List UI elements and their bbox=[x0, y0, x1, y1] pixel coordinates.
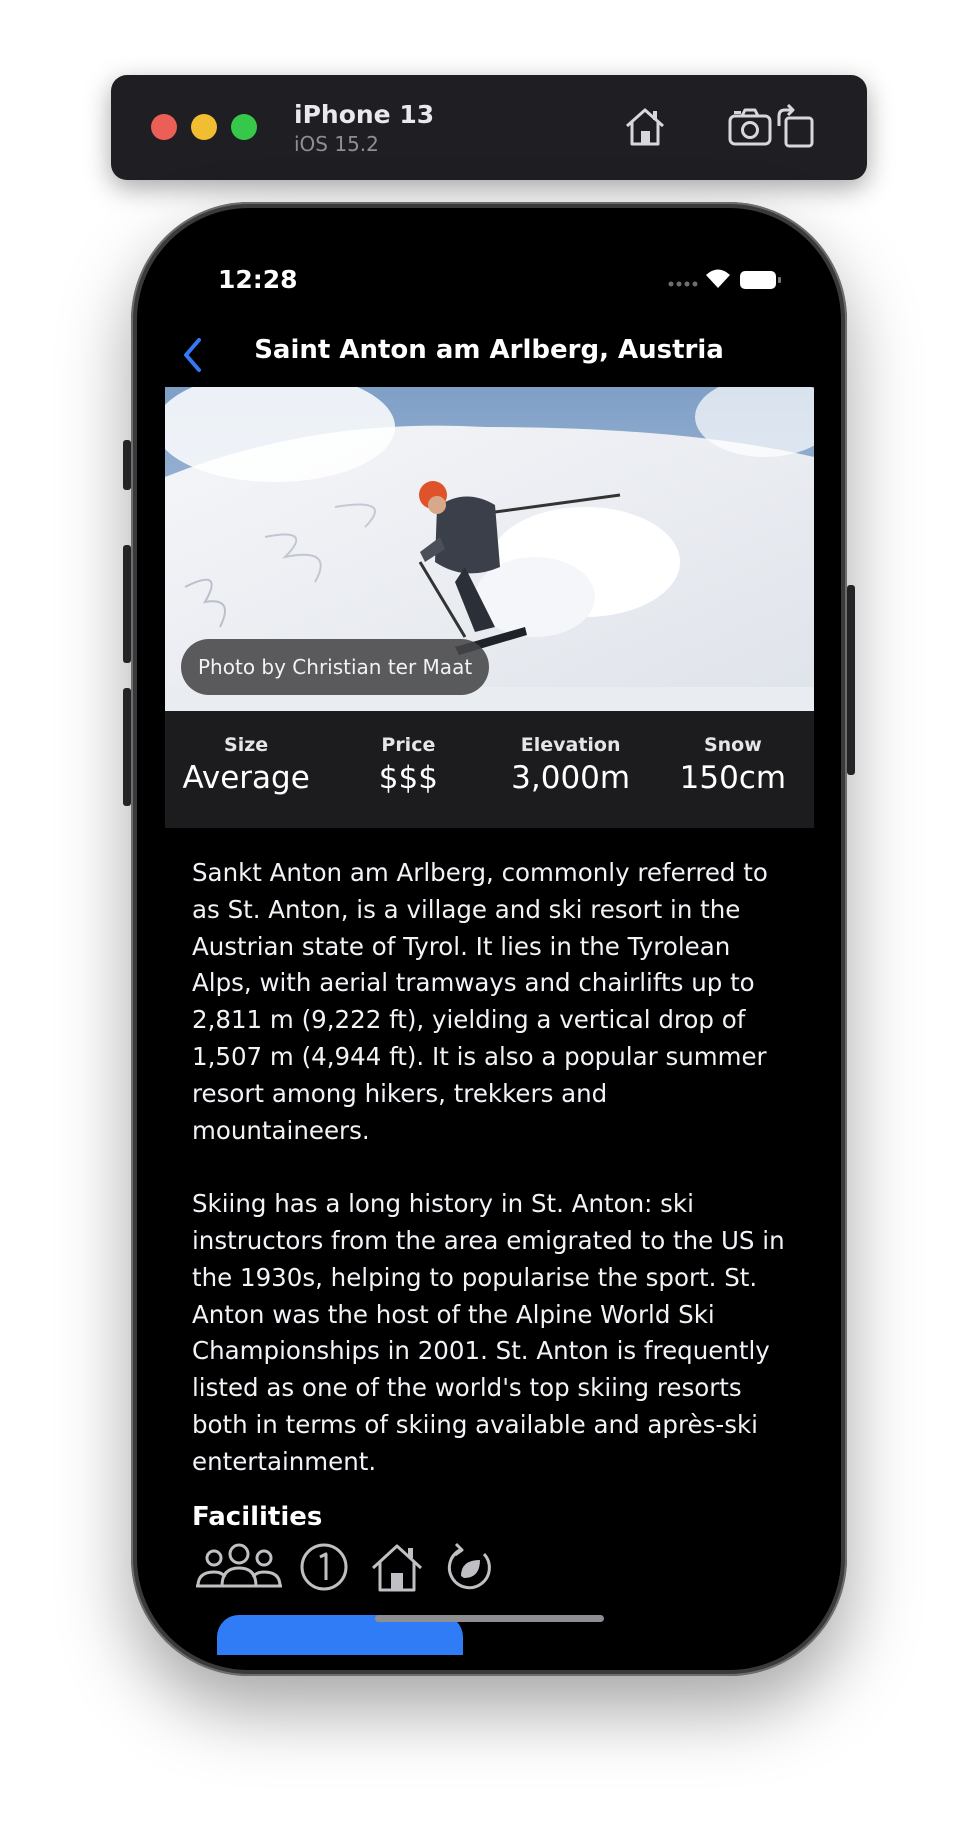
eco-friendly-icon bbox=[447, 1542, 491, 1590]
stat-value: Average bbox=[182, 760, 310, 796]
minimize-window-button[interactable] bbox=[191, 114, 217, 140]
volume-up-button bbox=[123, 545, 131, 663]
side-power-button bbox=[847, 585, 855, 775]
stat-size: Size Average bbox=[165, 711, 327, 828]
stat-value: 150cm bbox=[679, 760, 787, 796]
stat-label: Size bbox=[224, 734, 269, 756]
resort-description: Sankt Anton am Arlberg, commonly referre… bbox=[192, 855, 792, 1517]
close-window-button[interactable] bbox=[151, 114, 177, 140]
nav-title: Saint Anton am Arlberg, Austria bbox=[254, 335, 724, 365]
facilities-heading: Facilities bbox=[192, 1502, 323, 1532]
home-indicator bbox=[375, 1615, 604, 1622]
zoom-window-button[interactable] bbox=[231, 114, 257, 140]
stat-value: $$$ bbox=[378, 760, 438, 796]
description-paragraph: Skiing has a long history in St. Anton: … bbox=[192, 1189, 785, 1476]
stat-price: Price $$$ bbox=[327, 711, 489, 828]
home-icon[interactable] bbox=[622, 104, 668, 150]
stat-snow: Snow 150cm bbox=[652, 711, 814, 828]
stats-bar: Size Average Price $$$ Elevation 3,000m … bbox=[165, 711, 814, 828]
stat-elevation: Elevation 3,000m bbox=[490, 711, 652, 828]
volume-down-button bbox=[123, 688, 131, 806]
beginners-icon bbox=[300, 1543, 348, 1591]
simulator-os-version: iOS 15.2 bbox=[294, 132, 379, 156]
mute-switch bbox=[123, 440, 131, 490]
battery-cap bbox=[778, 277, 781, 283]
description-paragraph: Sankt Anton am Arlberg, commonly referre… bbox=[192, 858, 768, 1145]
battery-icon bbox=[740, 271, 776, 289]
screenshot-icon[interactable] bbox=[727, 104, 773, 150]
stat-label: Price bbox=[381, 734, 436, 756]
stat-label: Elevation bbox=[520, 734, 621, 756]
status-time: 12:28 bbox=[218, 265, 298, 294]
stat-label: Snow bbox=[703, 734, 762, 756]
wifi-icon bbox=[706, 269, 730, 288]
family-icon bbox=[196, 1543, 282, 1588]
app-screen: 12:28 Saint Anton am Arlberg, Austria Ph… bbox=[144, 215, 834, 1663]
simulator-device-name: iPhone 13 bbox=[294, 100, 435, 129]
photo-credit: Photo by Christian ter Maat bbox=[181, 639, 490, 695]
resort-photo: Photo by Christian ter Maat bbox=[165, 387, 814, 711]
stat-value: 3,000m bbox=[511, 760, 631, 796]
signal-dots-icon bbox=[668, 281, 698, 287]
accommodation-icon bbox=[371, 1544, 423, 1592]
rotate-icon[interactable] bbox=[772, 104, 818, 150]
